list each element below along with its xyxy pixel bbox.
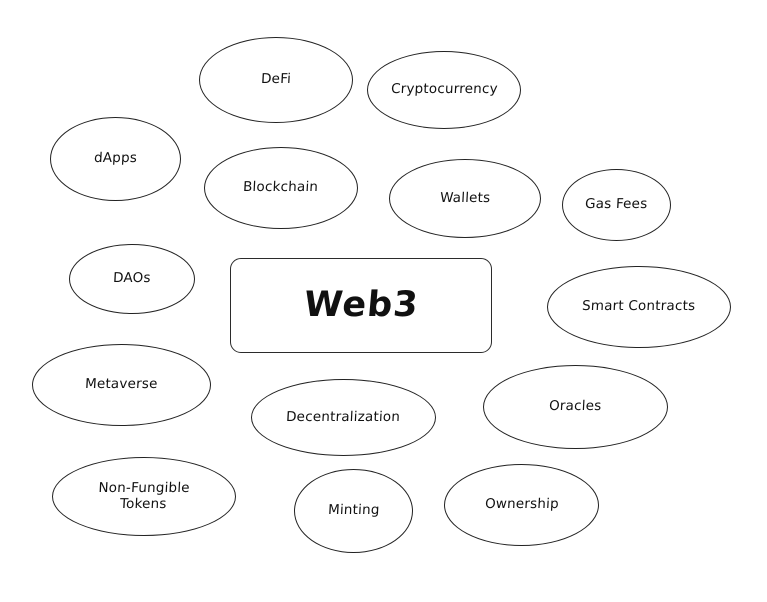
mindmap-canvas: DeFi Cryptocurrency dApps Blockchain Wallets… bbox=[0, 0, 767, 602]
mindmap-node-gas-fees[interactable]: Gas Fees bbox=[562, 169, 671, 241]
mindmap-node-label: dApps bbox=[93, 150, 138, 167]
mindmap-node-label: Oracles bbox=[548, 398, 603, 415]
mindmap-node-label: Decentralization bbox=[286, 408, 401, 425]
mindmap-node-label: Metaverse bbox=[84, 376, 159, 393]
mindmap-node-label: Non-Fungible Tokens bbox=[98, 479, 191, 512]
mindmap-node-label: DeFi bbox=[260, 71, 292, 88]
mindmap-node-label: DAOs bbox=[112, 270, 152, 287]
mindmap-node-metaverse[interactable]: Metaverse bbox=[32, 344, 211, 426]
mindmap-node-label: Gas Fees bbox=[584, 196, 649, 213]
mindmap-node-blockchain[interactable]: Blockchain bbox=[204, 147, 358, 229]
mindmap-node-label: Ownership bbox=[484, 496, 559, 513]
mindmap-node-non-fungible-tokens[interactable]: Non-Fungible Tokens bbox=[52, 457, 236, 536]
mindmap-node-dapps[interactable]: dApps bbox=[50, 117, 181, 201]
mindmap-node-label: Cryptocurrency bbox=[390, 81, 498, 98]
mindmap-node-label: Blockchain bbox=[243, 179, 320, 196]
mindmap-center-label: Web3 bbox=[302, 284, 421, 325]
mindmap-node-label: Minting bbox=[327, 502, 380, 519]
mindmap-center-node[interactable]: Web3 bbox=[230, 258, 492, 353]
mindmap-node-label: Smart Contracts bbox=[582, 298, 697, 315]
mindmap-node-daos[interactable]: DAOs bbox=[69, 244, 195, 314]
mindmap-node-wallets[interactable]: Wallets bbox=[389, 159, 541, 238]
mindmap-node-defi[interactable]: DeFi bbox=[199, 37, 353, 123]
mindmap-node-smart-contracts[interactable]: Smart Contracts bbox=[547, 266, 731, 348]
mindmap-node-ownership[interactable]: Ownership bbox=[444, 464, 599, 546]
mindmap-node-label: Wallets bbox=[439, 189, 491, 206]
mindmap-node-oracles[interactable]: Oracles bbox=[483, 365, 668, 449]
mindmap-node-cryptocurrency[interactable]: Cryptocurrency bbox=[367, 51, 521, 129]
mindmap-node-decentralization[interactable]: Decentralization bbox=[251, 379, 436, 456]
mindmap-node-minting[interactable]: Minting bbox=[294, 469, 413, 553]
